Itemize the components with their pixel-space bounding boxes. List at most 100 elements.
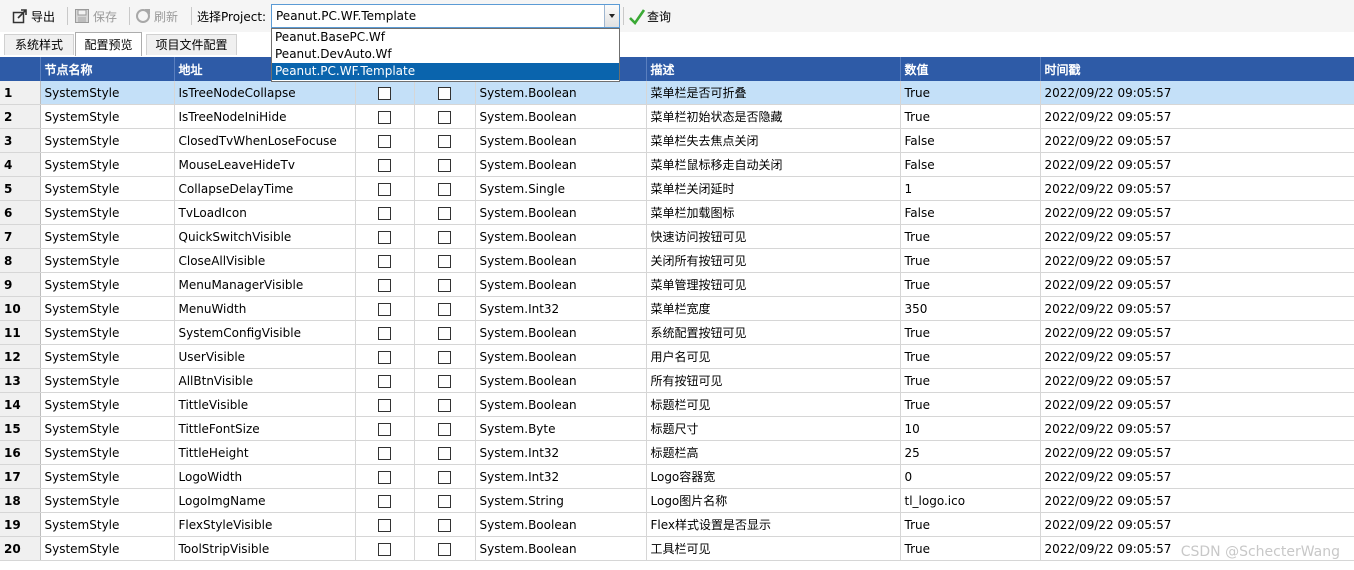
cell-type[interactable]: System.Boolean	[475, 81, 647, 105]
checkbox[interactable]	[438, 542, 451, 556]
tab-project-file-config[interactable]: 项目文件配置	[146, 34, 237, 55]
checkbox[interactable]	[378, 446, 391, 460]
cell-node[interactable]: SystemStyle	[40, 200, 175, 225]
query-button[interactable]: 查询	[628, 6, 671, 26]
checkbox[interactable]	[438, 422, 451, 436]
checkbox[interactable]	[438, 326, 451, 340]
cell-node[interactable]: SystemStyle	[40, 392, 175, 417]
checkbox[interactable]	[438, 494, 451, 508]
row-number[interactable]: 18	[0, 488, 41, 513]
cell-value[interactable]: True	[900, 104, 1041, 129]
cell-type[interactable]: System.Boolean	[475, 104, 647, 129]
table-row[interactable]: 1 SystemStyle IsTreeNodeCollapse System.Boo…	[0, 81, 1354, 105]
cell-type[interactable]: System.Boolean	[475, 536, 647, 561]
cell-checkbox-2[interactable]	[414, 296, 476, 321]
checkbox[interactable]	[438, 470, 451, 484]
cell-description[interactable]: 菜单栏宽度	[646, 296, 901, 321]
checkbox[interactable]	[438, 158, 451, 172]
row-number[interactable]: 3	[0, 128, 41, 153]
checkbox[interactable]	[378, 206, 391, 220]
cell-description[interactable]: Logo图片名称	[646, 488, 901, 513]
cell-value[interactable]: 25	[900, 440, 1041, 465]
cell-address[interactable]: MenuWidth	[174, 296, 356, 321]
checkbox[interactable]	[378, 230, 391, 244]
table-row[interactable]: 4 SystemStyle MouseLeaveHideTv System.Boole…	[0, 152, 1354, 177]
cell-checkbox-1[interactable]	[355, 536, 415, 561]
cell-checkbox-1[interactable]	[355, 488, 415, 513]
cell-type[interactable]: System.Boolean	[475, 224, 647, 249]
cell-address[interactable]: QuickSwitchVisible	[174, 224, 356, 249]
cell-node[interactable]: SystemStyle	[40, 512, 175, 537]
cell-timestamp[interactable]: 2022/09/22 09:05:57	[1040, 248, 1354, 273]
cell-node[interactable]: SystemStyle	[40, 440, 175, 465]
cell-checkbox-2[interactable]	[414, 512, 476, 537]
cell-type[interactable]: System.Boolean	[475, 152, 647, 177]
row-number[interactable]: 13	[0, 368, 41, 393]
cell-checkbox-2[interactable]	[414, 320, 476, 345]
cell-address[interactable]: ToolStripVisible	[174, 536, 356, 561]
cell-node[interactable]: SystemStyle	[40, 248, 175, 273]
cell-timestamp[interactable]: 2022/09/22 09:05:57	[1040, 368, 1354, 393]
cell-address[interactable]: MouseLeaveHideTv	[174, 152, 356, 177]
checkbox[interactable]	[438, 86, 451, 100]
checkbox[interactable]	[438, 230, 451, 244]
cell-type[interactable]: System.Byte	[475, 416, 647, 441]
cell-description[interactable]: 菜单栏初始状态是否隐藏	[646, 104, 901, 129]
cell-node[interactable]: SystemStyle	[40, 152, 175, 177]
cell-timestamp[interactable]: 2022/09/22 09:05:57	[1040, 104, 1354, 129]
cell-type[interactable]: System.Boolean	[475, 200, 647, 225]
project-combobox[interactable]: Peanut.PC.WF.Template	[271, 4, 620, 28]
cell-checkbox-2[interactable]	[414, 272, 476, 297]
table-row[interactable]: 20 SystemStyle ToolStripVisible System.Bool…	[0, 536, 1354, 561]
cell-type[interactable]: System.Boolean	[475, 248, 647, 273]
cell-value[interactable]: True	[900, 224, 1041, 249]
cell-checkbox-2[interactable]	[414, 464, 476, 489]
cell-type[interactable]: System.Int32	[475, 464, 647, 489]
cell-description[interactable]: Flex样式设置是否显示	[646, 512, 901, 537]
cell-timestamp[interactable]: 2022/09/22 09:05:57	[1040, 200, 1354, 225]
checkbox[interactable]	[378, 350, 391, 364]
cell-description[interactable]: 标题尺寸	[646, 416, 901, 441]
cell-timestamp[interactable]: 2022/09/22 09:05:57	[1040, 81, 1354, 105]
cell-checkbox-2[interactable]	[414, 248, 476, 273]
checkbox[interactable]	[438, 278, 451, 292]
cell-value[interactable]: True	[900, 248, 1041, 273]
checkbox[interactable]	[378, 470, 391, 484]
row-number[interactable]: 15	[0, 416, 41, 441]
cell-address[interactable]: TvLoadIcon	[174, 200, 356, 225]
table-row[interactable]: 9 SystemStyle MenuManagerVisible System.Boo…	[0, 272, 1354, 297]
cell-description[interactable]: 工具栏可见	[646, 536, 901, 561]
cell-address[interactable]: LogoWidth	[174, 464, 356, 489]
cell-timestamp[interactable]: 2022/09/22 09:05:57	[1040, 440, 1354, 465]
cell-checkbox-1[interactable]	[355, 440, 415, 465]
cell-node[interactable]: SystemStyle	[40, 81, 175, 105]
cell-checkbox-2[interactable]	[414, 128, 476, 153]
row-number[interactable]: 11	[0, 320, 41, 345]
cell-checkbox-2[interactable]	[414, 176, 476, 201]
table-row[interactable]: 19 SystemStyle FlexStyleVisible System.Bool…	[0, 512, 1354, 537]
chevron-down-icon[interactable]	[604, 5, 619, 27]
checkbox[interactable]	[378, 278, 391, 292]
cell-checkbox-1[interactable]	[355, 512, 415, 537]
cell-timestamp[interactable]: 2022/09/22 09:05:57	[1040, 512, 1354, 537]
cell-type[interactable]: System.Int32	[475, 440, 647, 465]
cell-checkbox-2[interactable]	[414, 104, 476, 129]
row-number[interactable]: 5	[0, 176, 41, 201]
table-row[interactable]: 17 SystemStyle LogoWidth System.Int32 Logo容器…	[0, 464, 1354, 489]
refresh-button[interactable]: 刷新	[135, 6, 178, 26]
checkbox[interactable]	[438, 254, 451, 268]
cell-checkbox-1[interactable]	[355, 200, 415, 225]
cell-description[interactable]: 关闭所有按钮可见	[646, 248, 901, 273]
table-row[interactable]: 2 SystemStyle IsTreeNodeIniHide System.Bool…	[0, 104, 1354, 129]
cell-type[interactable]: System.Boolean	[475, 128, 647, 153]
cell-node[interactable]: SystemStyle	[40, 344, 175, 369]
cell-checkbox-2[interactable]	[414, 416, 476, 441]
row-number[interactable]: 10	[0, 296, 41, 321]
cell-description[interactable]: 菜单栏失去焦点关闭	[646, 128, 901, 153]
cell-checkbox-2[interactable]	[414, 224, 476, 249]
column-header-value[interactable]: 数值	[900, 57, 1041, 81]
cell-checkbox-1[interactable]	[355, 128, 415, 153]
cell-description[interactable]: 菜单栏鼠标移走自动关闭	[646, 152, 901, 177]
row-number[interactable]: 7	[0, 224, 41, 249]
cell-timestamp[interactable]: 2022/09/22 09:05:57	[1040, 320, 1354, 345]
